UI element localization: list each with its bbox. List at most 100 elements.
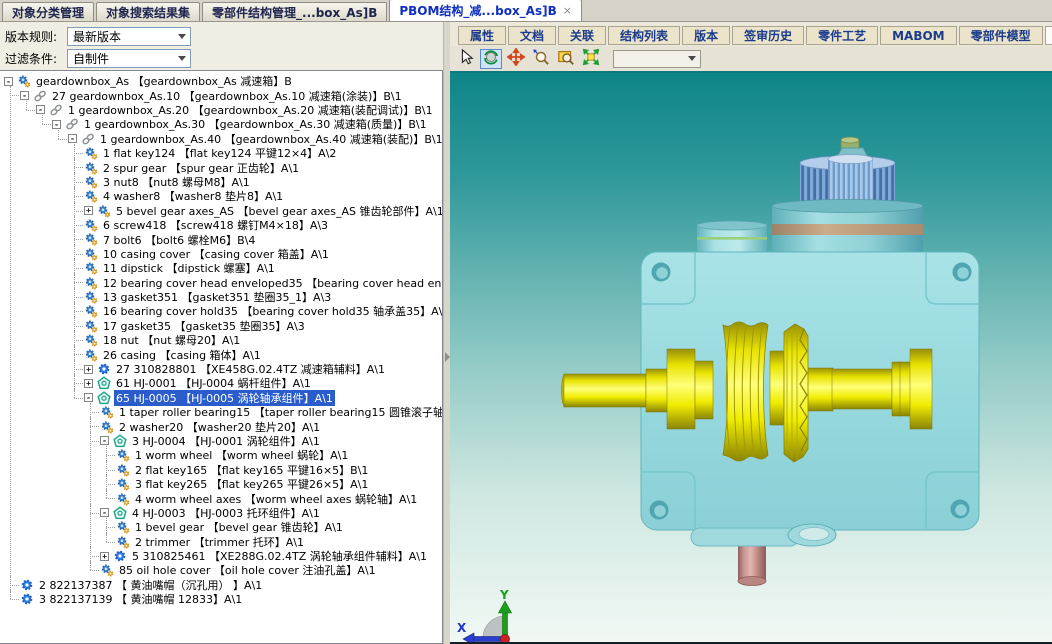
pan-view-button[interactable] <box>505 49 527 69</box>
document-tab-2[interactable]: 零部件结构管理_...box_As]B <box>202 2 387 21</box>
document-tab-1[interactable]: 对象搜索结果集 <box>96 2 200 21</box>
gear-pair-icon <box>84 261 98 275</box>
tree-item[interactable]: -1 geardownbox_As.20 【geardownbox_As.20 … <box>36 103 442 117</box>
rotate-view-button[interactable] <box>480 49 502 69</box>
tree-item[interactable]: 7 bolt6 【bolt6 螺栓M6】B\4 <box>84 232 442 246</box>
gear-pair-icon <box>84 276 98 290</box>
close-tab-icon[interactable]: × <box>563 4 572 17</box>
tree-expander[interactable]: - <box>100 436 109 445</box>
tree-expander[interactable]: - <box>20 91 29 100</box>
filter-condition-select[interactable]: 自制件 <box>67 49 191 68</box>
tree-item[interactable]: -geardownbox_As 【geardownbox_As 减速箱】B <box>4 74 442 88</box>
select-arrow-button[interactable] <box>455 49 477 69</box>
tree-item-label: 3 822137139 【 黄油嘴帽 12833】A\1 <box>37 591 244 607</box>
detail-tab-2[interactable]: 关联 <box>558 26 606 45</box>
tree-item[interactable]: 1 taper roller bearing15 【taper roller b… <box>100 405 442 419</box>
tree-expander[interactable]: - <box>68 134 77 143</box>
gear-pair-icon <box>116 492 130 506</box>
zoom-window-button[interactable] <box>555 49 577 69</box>
detail-tab-8[interactable]: 零部件模型 <box>959 26 1043 45</box>
view-preset-combo[interactable] <box>613 50 701 68</box>
fit-view-button[interactable] <box>580 49 602 69</box>
detail-tab-6[interactable]: 零件工艺 <box>806 26 878 45</box>
version-rule-value: 最新版本 <box>73 28 121 45</box>
zoom-dynamic-button[interactable] <box>530 49 552 69</box>
tree-item[interactable]: -1 geardownbox_As.30 【geardownbox_As.30 … <box>52 117 442 131</box>
tree-item[interactable]: 3 nut8 【nut8 螺母M8】A\1 <box>84 175 442 189</box>
tree-item[interactable]: 4 worm wheel axes 【worm wheel axes 蜗轮轴】A… <box>116 491 442 505</box>
detail-tab-0[interactable]: 属性 <box>458 26 506 45</box>
tree-item[interactable]: -4 HJ-0003 【HJ-0003 托环组件】A\1 <box>100 506 442 520</box>
tree-item[interactable]: 18 nut 【nut 螺母20】A\1 <box>84 333 442 347</box>
tree-item[interactable]: 4 washer8 【washer8 垫片8】A\1 <box>84 189 442 203</box>
tree-item[interactable]: 1 bevel gear 【bevel gear 锥齿轮】A\1 <box>116 520 442 534</box>
tree-item[interactable]: -3 HJ-0004 【HJ-0001 涡轮组件】A\1 <box>100 434 442 448</box>
panel-splitter[interactable] <box>443 22 450 644</box>
tree-expander[interactable]: + <box>84 379 93 388</box>
assembly-icon <box>113 506 127 520</box>
assembly-icon <box>113 434 127 448</box>
tree-item[interactable]: +27 310828801 【XE458G.02.4TZ 减速箱辅料】A\1 <box>84 362 442 376</box>
tree-item[interactable]: 12 bearing cover head enveloped35 【beari… <box>84 275 442 289</box>
tree-item[interactable]: 6 screw418 【screw418 螺钉M4×18】A\3 <box>84 218 442 232</box>
gear-pair-icon <box>84 348 98 362</box>
detail-tab-1[interactable]: 文档 <box>508 26 556 45</box>
detail-tab-3[interactable]: 结构列表 <box>608 26 680 45</box>
tree-item[interactable]: 1 flat key124 【flat key124 平键12×4】A\2 <box>84 146 442 160</box>
filter-condition-value: 自制件 <box>73 50 109 67</box>
tree-item[interactable]: 13 gasket351 【gasket351 垫圈35_1】A\3 <box>84 290 442 304</box>
assembly-icon <box>97 391 111 405</box>
tree-expander[interactable]: + <box>84 206 93 215</box>
tree-expander[interactable]: - <box>84 393 93 402</box>
tree-expander[interactable]: + <box>100 552 109 561</box>
tree-item[interactable]: 2 washer20 【washer20 垫片20】A\1 <box>100 419 442 433</box>
model-viewport-3d[interactable]: Y X <box>450 71 1052 644</box>
tree-item[interactable]: -65 HJ-0005 【HJ-0005 涡轮轴承组件】A\1 <box>84 391 442 405</box>
detail-tab-4[interactable]: 版本 <box>682 26 730 45</box>
tree-item[interactable]: +5 bevel gear axes_AS 【bevel gear axes_A… <box>84 204 442 218</box>
tree-item[interactable]: 11 dipstick 【dipstick 螺塞】A\1 <box>84 261 442 275</box>
tree-item[interactable]: 10 casing cover 【casing cover 箱盖】A\1 <box>84 247 442 261</box>
detail-tab-9[interactable]: 产品模型 <box>1045 26 1052 45</box>
gear-blue-icon <box>20 592 34 606</box>
gear-pair-icon <box>100 563 114 577</box>
axis-z-origin <box>501 635 510 643</box>
gear-pair-icon <box>84 333 98 347</box>
tree-item[interactable]: +5 310825461 【XE288G.02.4TZ 涡轮轴承组件辅料】A\1 <box>100 549 442 563</box>
gear-pair-icon <box>84 189 98 203</box>
tree-item[interactable]: 16 bearing cover hold35 【bearing cover h… <box>84 304 442 318</box>
gear-blue-icon <box>20 578 34 592</box>
bearing-boss-small <box>697 221 767 255</box>
tree-item[interactable]: -27 geardownbox_As.10 【geardownbox_As.10… <box>20 88 442 102</box>
rotate-view-icon <box>482 48 500 70</box>
tree-expander[interactable]: + <box>84 365 93 374</box>
tree-item[interactable]: 2 flat key165 【flat key165 平键16×5】B\1 <box>116 463 442 477</box>
detail-tab-7[interactable]: MABOM <box>880 26 957 45</box>
detail-tab-5[interactable]: 签审历史 <box>732 26 804 45</box>
tree-item[interactable]: +61 HJ-0001 【HJ-0004 蜗杆组件】A\1 <box>84 376 442 390</box>
tree-expander[interactable]: - <box>36 105 45 114</box>
tree-item[interactable]: 1 worm wheel 【worm wheel 蜗轮】A\1 <box>116 448 442 462</box>
version-rule-select[interactable]: 最新版本 <box>67 27 191 46</box>
gear-blue-icon <box>97 362 111 376</box>
tree-item[interactable]: 2 spur gear 【spur gear 正齿轮】A\1 <box>84 160 442 174</box>
gear-pair-icon <box>84 232 98 246</box>
tree-item[interactable]: 2 trimmer 【trimmer 托环】A\1 <box>116 535 442 549</box>
document-tab-3[interactable]: PBOM结构_减...box_As]B× <box>389 0 582 21</box>
tree-item[interactable]: 26 casing 【casing 箱体】A\1 <box>84 347 442 361</box>
document-tab-label: 对象分类管理 <box>12 4 84 21</box>
tree-item[interactable]: 3 flat key265 【flat key265 平键26×5】A\1 <box>116 477 442 491</box>
tree-item[interactable]: 17 gasket35 【gasket35 垫圈35】A\3 <box>84 319 442 333</box>
gear-blue-icon <box>113 549 127 563</box>
tree-expander[interactable]: - <box>52 120 61 129</box>
chevron-down-icon <box>178 56 186 61</box>
tree-expander[interactable]: - <box>100 508 109 517</box>
tree-item[interactable]: 85 oil hole cover 【oil hole cover 注油孔盖】A… <box>100 563 442 577</box>
gear-pair-icon <box>100 405 114 419</box>
tree-filter-area: 版本规则: 最新版本 过滤条件: 自制件 <box>0 22 443 70</box>
document-tab-0[interactable]: 对象分类管理 <box>2 2 94 21</box>
tree-item[interactable]: 3 822137139 【 黄油嘴帽 12833】A\1 <box>20 592 442 606</box>
tree-item[interactable]: 2 822137387 【 黄油嘴帽（沉孔用） 】A\1 <box>20 578 442 592</box>
tree-expander[interactable]: - <box>4 77 13 86</box>
tree-item[interactable]: -1 geardownbox_As.40 【geardownbox_As.40 … <box>68 132 442 146</box>
